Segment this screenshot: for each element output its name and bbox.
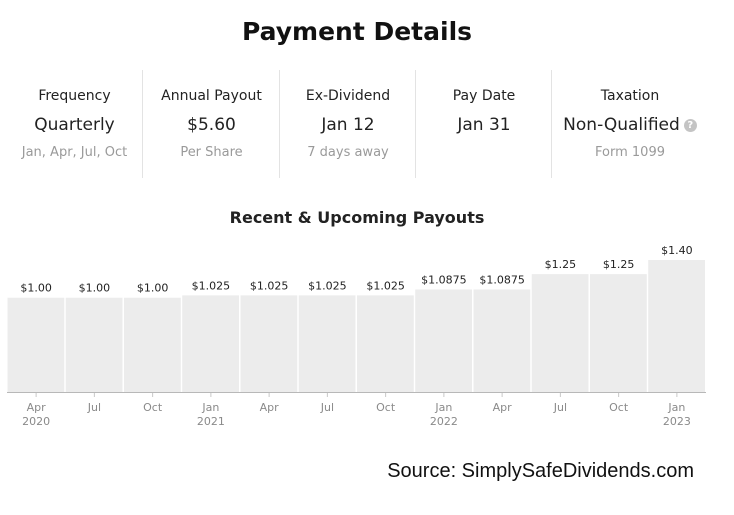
stat-pay-date: Pay Date Jan 31	[416, 70, 552, 178]
x-tick-label: Oct	[609, 401, 629, 414]
x-tick-label: 2021	[197, 415, 225, 428]
x-tick-label: Oct	[376, 401, 396, 414]
x-tick-label: 2023	[663, 415, 691, 428]
stat-sub: 7 days away	[307, 145, 389, 160]
payment-stats: Frequency Quarterly Jan, Apr, Jul, Oct A…	[6, 70, 708, 178]
bar-value-label: $1.00	[137, 282, 169, 295]
stat-ex-dividend: Ex-Dividend Jan 12 7 days away	[280, 70, 416, 178]
chart-bar	[531, 274, 589, 392]
stat-value: Jan 12	[321, 115, 375, 135]
stat-label: Taxation	[600, 88, 660, 104]
x-tick-label: Jul	[553, 401, 567, 414]
stat-taxation: Taxation Non-Qualified? Form 1099	[552, 70, 708, 178]
chart-bar	[240, 295, 298, 392]
bar-value-label: $1.025	[366, 279, 405, 292]
chart-bar	[648, 260, 705, 392]
x-tick-label: Apr	[260, 401, 280, 414]
stat-value: Jan 31	[457, 115, 511, 135]
x-tick-label: Jul	[320, 401, 334, 414]
chart-bar	[65, 297, 123, 392]
stat-label: Pay Date	[452, 88, 516, 104]
x-tick-label: 2020	[22, 415, 50, 428]
x-tick-label: Apr	[27, 401, 47, 414]
stat-value: Quarterly	[34, 115, 115, 135]
payouts-bar-chart: $1.00Apr2020$1.00Jul$1.00Oct$1.025Jan202…	[7, 244, 706, 428]
stat-value: Non-Qualified?	[552, 115, 708, 135]
chart-bar	[182, 295, 239, 392]
bar-value-label: $1.0875	[421, 273, 467, 286]
chart-bar	[415, 289, 472, 392]
bar-value-label: $1.25	[545, 258, 577, 271]
bar-value-label: $1.40	[661, 244, 693, 257]
stat-label: Annual Payout	[161, 88, 262, 104]
bar-value-label: $1.025	[192, 279, 231, 292]
stat-sub: Jan, Apr, Jul, Oct	[21, 145, 128, 160]
bar-value-label: $1.025	[250, 279, 289, 292]
x-tick-label: Apr	[493, 401, 513, 414]
stat-label: Ex-Dividend	[305, 88, 391, 104]
stat-annual-payout: Annual Payout $5.60 Per Share	[143, 70, 280, 178]
stat-value-text: Non-Qualified	[563, 115, 680, 135]
question-circle-icon[interactable]: ?	[683, 119, 697, 132]
chart-bar	[590, 274, 647, 392]
bar-value-label: $1.025	[308, 279, 347, 292]
x-tick-label: Jan	[201, 401, 219, 414]
x-tick-label: Jan	[667, 401, 685, 414]
chart-bar	[7, 297, 65, 392]
bar-value-label: $1.00	[79, 282, 111, 295]
chart-bar	[357, 295, 414, 392]
stat-value: $5.60	[187, 115, 236, 135]
stat-sub: Form 1099	[595, 145, 665, 160]
stat-label: Frequency	[38, 88, 111, 104]
stat-frequency: Frequency Quarterly Jan, Apr, Jul, Oct	[6, 70, 143, 178]
x-tick-label: Jan	[434, 401, 452, 414]
bar-value-label: $1.00	[20, 282, 52, 295]
page-title: Payment Details	[241, 17, 473, 46]
x-tick-label: Jul	[87, 401, 101, 414]
source-credit: Source: SimplySafeDividends.com	[387, 460, 694, 482]
x-tick-label: 2022	[430, 415, 458, 428]
x-tick-label: Oct	[143, 401, 163, 414]
stat-sub: Per Share	[180, 145, 243, 160]
chart-title: Recent & Upcoming Payouts	[229, 208, 485, 227]
chart-bar	[298, 295, 356, 392]
chart-bar	[473, 289, 531, 392]
bar-value-label: $1.0875	[479, 273, 525, 286]
bar-value-label: $1.25	[603, 258, 635, 271]
chart-bar	[124, 297, 181, 392]
